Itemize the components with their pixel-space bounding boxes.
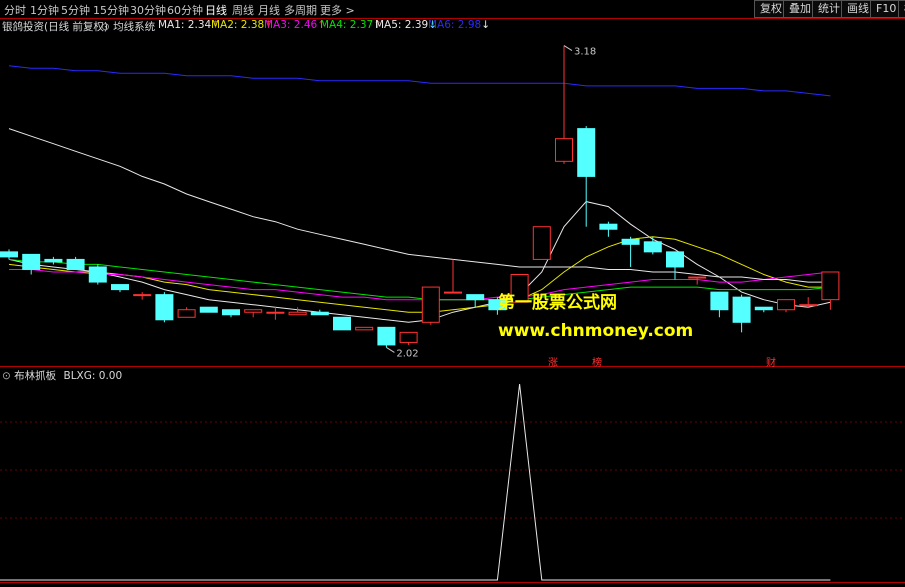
candle-body xyxy=(621,238,640,245)
candle-body xyxy=(88,266,107,283)
ma-lines xyxy=(8,65,831,323)
candle xyxy=(22,253,41,275)
candle xyxy=(710,291,729,318)
candle xyxy=(666,251,684,280)
sub-info-bar: ⊙ 布林抓板 BLXG: 0.00 xyxy=(2,368,122,383)
kline-chart[interactable]: 3.18 2.02 xyxy=(0,0,905,587)
candle xyxy=(266,307,285,320)
ma2-line xyxy=(8,236,831,313)
candle-body xyxy=(155,294,174,321)
candle xyxy=(333,316,351,331)
sub-indicator-value: BLXG: 0.00 xyxy=(63,370,123,382)
ma1-line xyxy=(8,201,831,323)
candle xyxy=(577,126,596,227)
candle-body xyxy=(333,316,351,331)
candle-body xyxy=(821,271,840,301)
low-price-label: 2.02 xyxy=(396,348,418,359)
sub-indicator-plot xyxy=(0,383,831,581)
candle-body xyxy=(777,299,795,311)
sub-indicator-name: 布林抓板 xyxy=(14,370,57,382)
candle xyxy=(599,221,618,237)
candle-body xyxy=(577,128,596,177)
event-marker-list[interactable]: 榜 xyxy=(592,354,602,369)
candle-body xyxy=(66,258,85,270)
candle-body xyxy=(377,326,396,346)
candle xyxy=(732,294,751,333)
candle-body xyxy=(288,311,307,316)
candle-body xyxy=(732,296,751,323)
candles xyxy=(0,45,840,348)
candle-body xyxy=(111,284,129,291)
candle-body xyxy=(177,309,196,318)
candle xyxy=(199,306,218,313)
ma3-line xyxy=(9,269,831,301)
sub-indicator-toggle-icon[interactable]: ⊙ xyxy=(2,370,11,382)
blxg-line xyxy=(0,383,831,581)
candle-body xyxy=(266,311,285,314)
candle xyxy=(111,284,129,293)
candle xyxy=(621,236,640,267)
candle xyxy=(0,249,18,260)
candle-body xyxy=(599,223,618,230)
candle-body xyxy=(399,331,418,343)
high-marker-line xyxy=(563,45,573,52)
candle xyxy=(177,307,196,318)
candle-body xyxy=(44,258,63,263)
candle-body xyxy=(355,326,374,331)
low-marker-line xyxy=(386,347,395,353)
candle xyxy=(555,45,573,164)
candle xyxy=(799,297,818,308)
candle xyxy=(133,292,152,300)
candle-body xyxy=(133,294,152,297)
candle-body xyxy=(222,309,240,316)
candle xyxy=(377,326,396,348)
candle-body xyxy=(0,251,18,258)
candle xyxy=(155,292,174,323)
candle-body xyxy=(688,276,707,279)
candle xyxy=(444,259,462,294)
candle xyxy=(222,309,240,318)
ma6-line xyxy=(8,65,831,97)
candle xyxy=(688,276,707,285)
candle-body xyxy=(22,253,41,270)
candle-body xyxy=(555,138,573,162)
candle xyxy=(532,226,551,260)
candle-body xyxy=(421,286,440,323)
watermark-url: www.chnmoney.com xyxy=(498,321,694,341)
candle-body xyxy=(754,306,773,311)
candle-body xyxy=(310,311,329,316)
candle-body xyxy=(199,306,218,313)
candle xyxy=(466,294,485,308)
candle xyxy=(821,271,840,310)
ma5-line xyxy=(8,128,831,283)
candle xyxy=(310,309,329,316)
candle-body xyxy=(666,251,684,268)
candle xyxy=(66,256,85,270)
candle xyxy=(754,306,773,313)
candle-body xyxy=(532,226,551,260)
candle xyxy=(88,264,107,285)
candle-body xyxy=(466,294,485,301)
candle-body xyxy=(244,309,263,313)
candle xyxy=(355,326,374,331)
event-marker-finance[interactable]: 财 xyxy=(766,354,776,369)
candle xyxy=(44,256,63,265)
candle xyxy=(421,286,440,325)
candle-body xyxy=(799,304,818,307)
candle-body xyxy=(643,241,662,253)
candle xyxy=(777,299,795,313)
candle xyxy=(244,309,263,318)
candle-body xyxy=(444,291,462,294)
candle xyxy=(288,307,307,316)
candle xyxy=(399,331,418,345)
candle-body xyxy=(710,291,729,311)
event-marker-limit-up[interactable]: 涨 xyxy=(548,354,558,369)
high-price-label: 3.18 xyxy=(574,47,596,58)
watermark-title: 第一股票公式网 xyxy=(498,293,617,313)
candle xyxy=(643,236,662,255)
